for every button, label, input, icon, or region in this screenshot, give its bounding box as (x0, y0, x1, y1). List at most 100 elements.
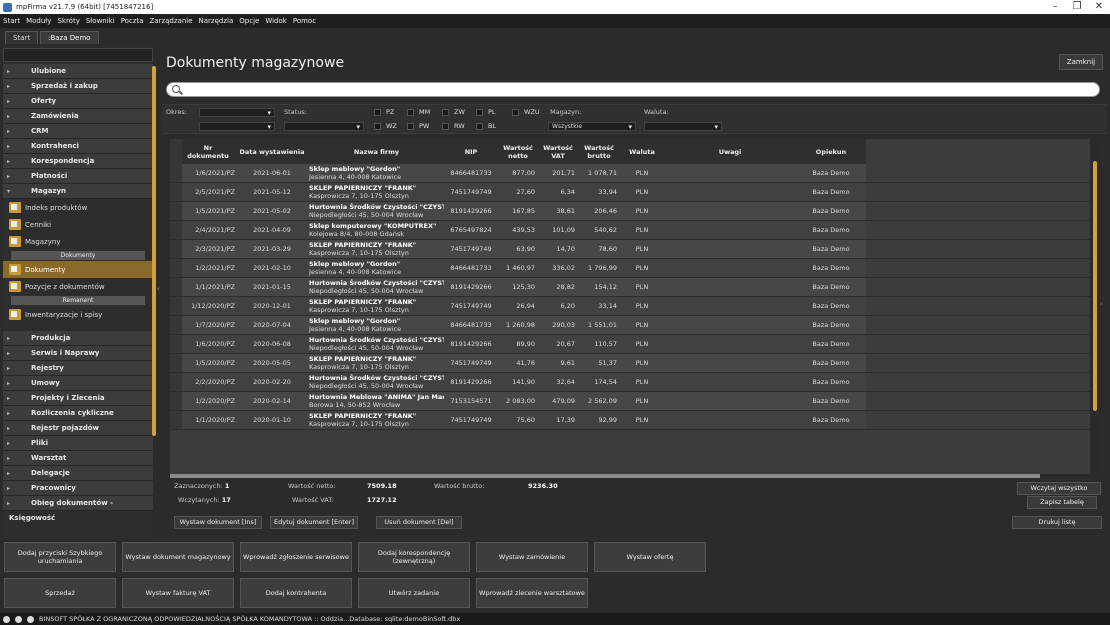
edit-document-button[interactable]: Edytuj dokument [Enter] (270, 516, 358, 529)
table-row[interactable]: 2/5/2021/PZ 2021-05-12 SKLEP PAPIERNICZY "… (170, 183, 1090, 202)
sidebar-category-serwis-i-naprawy[interactable]: ▸ Serwis i Naprawy (3, 346, 153, 361)
sidebar-category-korespondencja[interactable]: ▸ Korespondencja (3, 154, 153, 169)
type-bl-checkbox[interactable]: BL (476, 122, 496, 130)
table-row[interactable]: 1/5/2021/PZ 2021-05-02 Hurtownia Środków C… (170, 202, 1090, 221)
header-uwagi[interactable]: Uwagi (664, 139, 796, 164)
sidebar-item-dokumenty[interactable]: Dokumenty (3, 261, 153, 278)
add-document-button[interactable]: Wystaw dokument [Ins] (174, 516, 262, 529)
sale-button[interactable]: Sprzedaż (4, 578, 116, 608)
table-row[interactable]: 1/1/2021/PZ 2021-01-15 Hurtownia Środków C… (170, 278, 1090, 297)
table-row[interactable]: 2/4/2021/PZ 2021-04-09 Sklep komputerowy "… (170, 221, 1090, 240)
close-button[interactable]: Zamknij (1059, 54, 1103, 70)
sidebar-category-zamowienia[interactable]: ▸ Zamówienia (3, 109, 153, 124)
menu-skroty[interactable]: Skróty (57, 17, 79, 25)
workshop-order-button[interactable]: Wprowadź zlecenie warsztatowe (476, 578, 588, 608)
type-zw-checkbox[interactable]: ZW (442, 108, 465, 116)
type-rw-checkbox[interactable]: RW (442, 122, 465, 130)
table-row[interactable]: 1/6/2020/PZ 2020-06-08 Hurtownia Środków C… (170, 335, 1090, 354)
sidebar-category-magazyn[interactable]: ▾ Magazyn (3, 184, 153, 199)
sidebar-item-indeks[interactable]: Indeks produktów (3, 199, 153, 216)
table-horizontal-scrollbar[interactable] (170, 474, 1090, 478)
header-netto[interactable]: Wartość netto (498, 139, 538, 164)
sidebar-category-rejestry[interactable]: ▸ Rejestry (3, 361, 153, 376)
close-window-icon[interactable]: ✕ (1088, 0, 1110, 14)
menu-narzedzia[interactable]: Narzędzia (199, 17, 234, 25)
delete-document-button[interactable]: Usuń dokument [Del] (376, 516, 462, 529)
service-request-button[interactable]: Wprowadź zgłoszenie serwisowe (240, 542, 352, 572)
table-hscroll-thumb[interactable] (170, 474, 1040, 478)
sidebar-category-pracownicy[interactable]: ▸ Pracownicy (3, 481, 153, 496)
table-row[interactable]: 1/2/2020/PZ 2020-02-14 Hurtownia Meblowa "… (170, 392, 1090, 411)
header-firma[interactable]: Nazwa firmy (306, 139, 444, 164)
sidebar-category-projekty-i-zlecenia[interactable]: ▸ Projekty i Zlecenia (3, 391, 153, 406)
sidebar-category-crm[interactable]: ▸ CRM (3, 124, 153, 139)
add-contractor-button[interactable]: Dodaj kontrahenta (240, 578, 352, 608)
splitter-left-arrow-icon[interactable]: ‹ (157, 285, 160, 293)
sidebar-item-pozycje[interactable]: Pozycje z dokumentów (3, 278, 153, 295)
sidebar-item-magazyny[interactable]: Magazyny (3, 233, 153, 250)
add-correspondence-button[interactable]: Dodaj korespondencję (zewnętrzną) (358, 542, 470, 572)
load-all-button[interactable]: Wczytaj wszystko (1017, 482, 1101, 495)
magazyn-select[interactable]: Wszystkie (548, 122, 636, 131)
vat-invoice-button[interactable]: Wystaw fakturę VAT (122, 578, 234, 608)
table-row[interactable]: 1/7/2020/PZ 2020-07-04 Sklep meblowy "Gord… (170, 316, 1090, 335)
search-input[interactable] (166, 82, 1100, 97)
menu-zarzadzanie[interactable]: Zarządzanie (150, 17, 193, 25)
sidebar-category-delegacje[interactable]: ▸ Delegacje (3, 466, 153, 481)
sidebar-scrollbar[interactable] (152, 66, 156, 436)
sidebar-category-kontrahenci[interactable]: ▸ Kontrahenci (3, 139, 153, 154)
sidebar-category-pliki[interactable]: ▸ Pliki (3, 436, 153, 451)
table-row[interactable]: 1/2/2021/PZ 2021-02-10 Sklep meblowy "Gord… (170, 259, 1090, 278)
sidebar-category-produkcja[interactable]: ▸ Produkcja (3, 331, 153, 346)
menu-widok[interactable]: Widok (265, 17, 287, 25)
offer-button[interactable]: Wystaw ofertę (594, 542, 706, 572)
menu-pomoc[interactable]: Pomoc (293, 17, 316, 25)
table-row[interactable]: 2/3/2021/PZ 2021-03-29 SKLEP PAPIERNICZY "… (170, 240, 1090, 259)
menu-start[interactable]: Start (3, 17, 20, 25)
sidebar-category-rejestr-pojazdow[interactable]: ▸ Rejestr pojazdów (3, 421, 153, 436)
header-data[interactable]: Data wystawienia (238, 139, 306, 164)
type-wzu-checkbox[interactable]: WZU (512, 108, 540, 116)
type-pz-checkbox[interactable]: PZ (374, 108, 394, 116)
sidebar-category-ulubione[interactable]: ▸ Ulubione (3, 64, 153, 79)
menu-opcje[interactable]: Opcje (239, 17, 259, 25)
table-row[interactable]: 2/2/2020/PZ 2020-02-20 Hurtownia Środków C… (170, 373, 1090, 392)
tab-baza-demo[interactable]: :Baza Demo (40, 31, 99, 44)
type-pw-checkbox[interactable]: PW (407, 122, 429, 130)
maximize-icon[interactable]: ❐ (1066, 0, 1088, 14)
menu-poczta[interactable]: Poczta (121, 17, 144, 25)
minimize-icon[interactable]: – (1044, 0, 1066, 14)
header-brutto[interactable]: Wartość brutto (578, 139, 620, 164)
save-table-button[interactable]: Zapisz tabelę (1027, 496, 1097, 509)
sidebar-category-umowy[interactable]: ▸ Umowy (3, 376, 153, 391)
order-button[interactable]: Wystaw zamówienie (476, 542, 588, 572)
sidebar-category-obieg-dokumentow-ksiegowosc[interactable]: ▸ Obieg dokumentów - Księgowość (3, 496, 153, 522)
table-scrollbar[interactable] (1090, 139, 1100, 474)
sidebar-category-sprzedaz-i-zakup[interactable]: ▸ Sprzedaż i zakup (3, 79, 153, 94)
create-task-button[interactable]: Utwórz zadanie (358, 578, 470, 608)
okres-to-select[interactable] (199, 122, 275, 131)
add-quick-buttons-button[interactable]: Dodaj przyciski Szybkiego uruchamiania (4, 542, 116, 572)
header-waluta[interactable]: Waluta (620, 139, 664, 164)
splitter-right-arrow-icon[interactable]: › (1100, 300, 1103, 308)
header-opiekun[interactable]: Opiekun (796, 139, 866, 164)
status-select[interactable] (284, 122, 364, 131)
table-row[interactable]: 1/6/2021/PZ 2021-06-01 Sklep meblowy "Gord… (170, 164, 1090, 183)
header-vat[interactable]: Wartość VAT (538, 139, 578, 164)
waluta-select[interactable] (644, 122, 722, 131)
sidebar-category-warsztat[interactable]: ▸ Warsztat (3, 451, 153, 466)
type-pl-checkbox[interactable]: PL (476, 108, 496, 116)
sidebar-item-cenniki[interactable]: Cenniki (3, 216, 153, 233)
tab-start[interactable]: Start (5, 31, 39, 44)
print-list-button[interactable]: Drukuj listę (1012, 516, 1102, 529)
header-nip[interactable]: NIP (444, 139, 498, 164)
table-row[interactable]: 1/1/2020/PZ 2020-01-10 SKLEP PAPIERNICZY "… (170, 411, 1090, 430)
warehouse-doc-button[interactable]: Wystaw dokument magazynowy (122, 542, 234, 572)
sidebar-category-rozliczenia-cykliczne[interactable]: ▸ Rozliczenia cykliczne (3, 406, 153, 421)
type-mm-checkbox[interactable]: MM (407, 108, 430, 116)
table-row[interactable]: 1/12/2020/PZ 2020-12-01 SKLEP PAPIERNICZY … (170, 297, 1090, 316)
menu-slowniki[interactable]: Słowniki (86, 17, 115, 25)
sidebar-search[interactable] (3, 48, 153, 62)
header-nr[interactable]: Nr dokumentu (182, 139, 238, 164)
menu-moduly[interactable]: Moduły (26, 17, 51, 25)
